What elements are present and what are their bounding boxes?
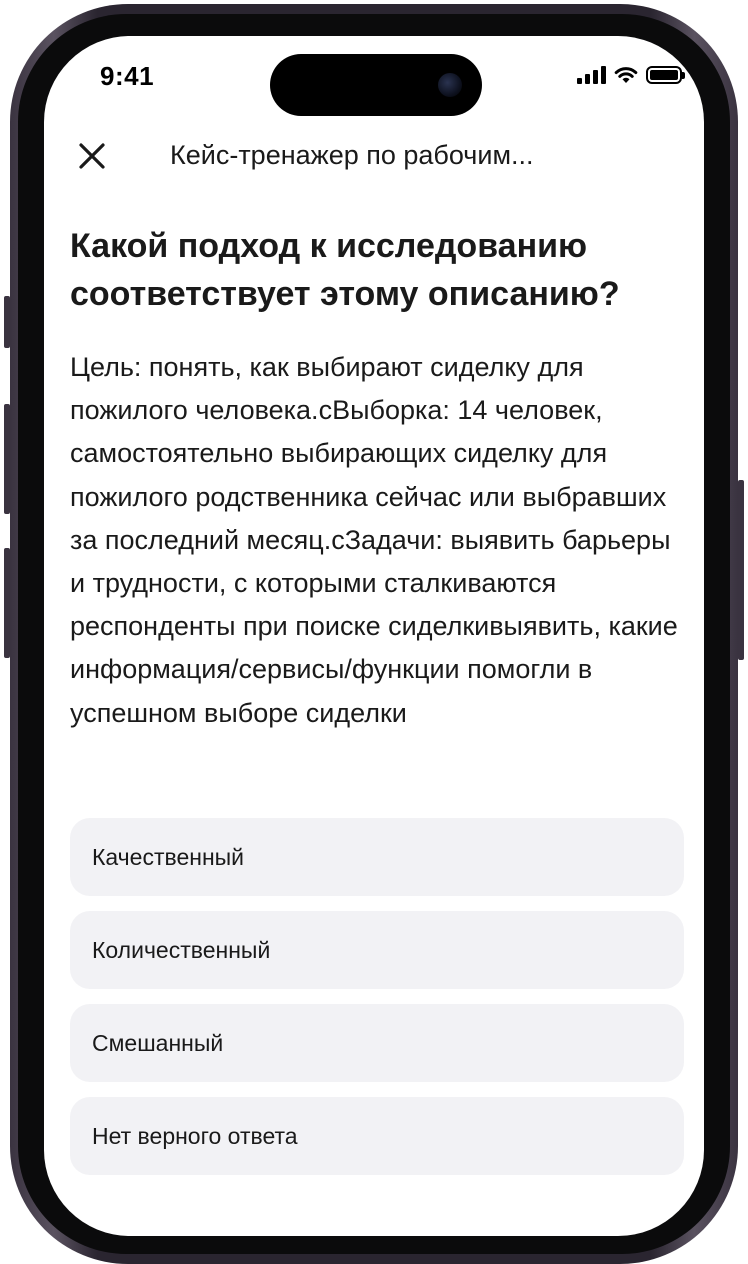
question-title: Какой подход к исследованию соответствуе…	[70, 227, 620, 313]
answer-option-quantitative[interactable]: Количественный	[70, 911, 684, 989]
answer-option-none-correct[interactable]: Нет верного ответа	[70, 1097, 684, 1175]
answer-option-mixed[interactable]: Смешанный	[70, 1004, 684, 1082]
power-button	[738, 480, 744, 660]
header-title: Кейс-тренажер по рабочим...	[170, 140, 534, 170]
action-button	[4, 296, 10, 348]
camera-icon	[438, 73, 462, 97]
status-time: 9:41	[100, 61, 155, 91]
answer-option-qualitative[interactable]: Качественный	[70, 818, 684, 896]
battery-icon	[646, 66, 685, 84]
app-screen: 9:41 Кейс-тренажер по рабочим... Какой п…	[44, 36, 704, 1236]
volume-down-button	[4, 548, 10, 658]
close-icon	[79, 143, 105, 169]
cellular-signal-icon	[577, 66, 606, 84]
wifi-icon	[614, 67, 638, 83]
close-button[interactable]	[74, 138, 110, 174]
volume-up-button	[4, 404, 10, 514]
answer-options: Качественный Количественный Смешанный Не…	[70, 818, 684, 1190]
status-icons	[577, 66, 685, 84]
dynamic-island	[270, 54, 482, 116]
question-description: Цель: понять, как выбирают сиделку для п…	[70, 352, 678, 728]
